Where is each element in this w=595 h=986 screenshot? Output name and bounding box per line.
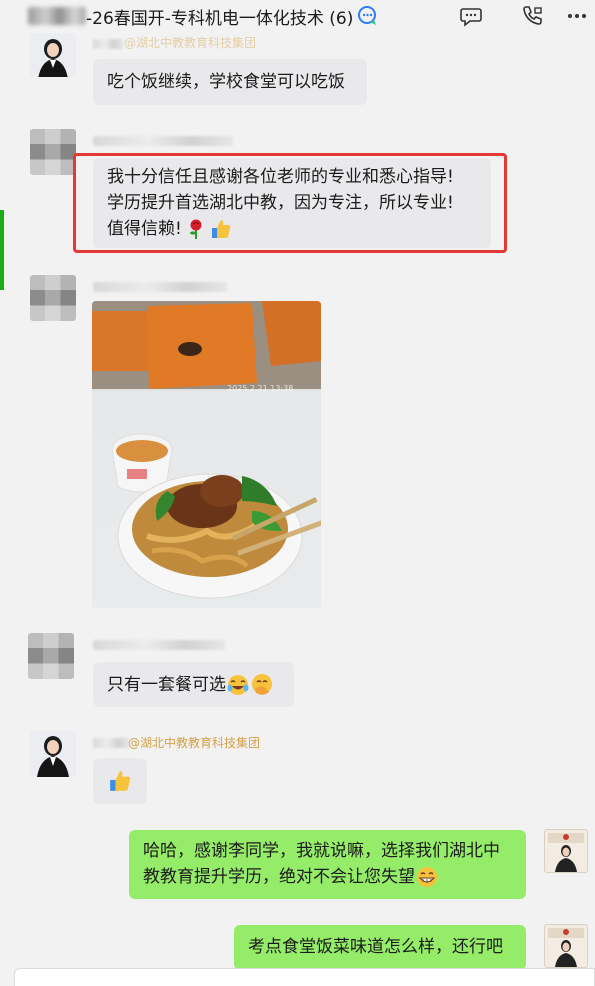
sender-org: @湖北中教教育科技集团: [128, 736, 261, 750]
avatar-student[interactable]: [28, 633, 74, 679]
highlight-box: [73, 153, 507, 253]
sent-message-bubble[interactable]: 哈哈，感谢李同学，我就说嘛，选择我们湖北中 教教育提升学历，绝对不会让您失望: [129, 830, 526, 899]
message-bubble[interactable]: 只有一套餐可选: [93, 662, 294, 707]
sent-message-bubble[interactable]: 考点食堂饭菜味道怎么样，还行吧: [234, 925, 526, 970]
sender-name-redacted: [93, 640, 225, 650]
sender-name-redacted: [93, 39, 123, 49]
message-line: 教教育提升学历，绝对不会让您失望: [143, 867, 415, 887]
message-bubble[interactable]: 吃个饭继续，学校食堂可以吃饭: [93, 59, 367, 105]
message-text: 只有一套餐可选: [107, 674, 226, 695]
message-text: 考点食堂饭菜味道怎么样，还行吧: [248, 937, 503, 957]
scroll-accent: [0, 210, 4, 290]
grin-emoji: [417, 867, 437, 887]
chat-header: -26春国开-专科机电一体化技术 (6): [0, 0, 595, 34]
canteen-meal-photo[interactable]: 2025.2.21 13:38: [92, 301, 321, 608]
sender-org: @湖北中教教育科技集团: [124, 36, 257, 50]
sender-name-redacted: [93, 136, 233, 146]
avatar-teacher[interactable]: [30, 731, 76, 777]
chat-title[interactable]: -26春国开-专科机电一体化技术 (6): [86, 4, 353, 29]
avatar-self[interactable]: [544, 924, 588, 968]
message-input-area[interactable]: [14, 968, 595, 986]
message-line: 哈哈，感谢李同学，我就说嘛，选择我们湖北中: [143, 841, 500, 861]
group-badge-icon[interactable]: [356, 4, 380, 28]
call-icon[interactable]: [520, 4, 544, 28]
thumbs-up-emoji: [110, 771, 131, 791]
laugh-cry-emoji: [227, 674, 249, 695]
noodle-bowl: [117, 473, 303, 599]
sender-name-redacted: [93, 738, 129, 748]
avatar-self[interactable]: [544, 829, 588, 873]
photo-watermark: 2025.2.21 13:38: [227, 384, 293, 393]
title-redacted: [28, 7, 86, 25]
avatar-teacher[interactable]: [30, 33, 76, 77]
hand-over-mouth-emoji: [252, 673, 272, 695]
chat-bubble-icon[interactable]: [459, 4, 483, 28]
avatar-student[interactable]: [30, 129, 76, 175]
message-text: 吃个饭继续，学校食堂可以吃饭: [107, 72, 345, 92]
more-icon[interactable]: [565, 4, 589, 28]
avatar-student[interactable]: [30, 275, 76, 321]
sender-name-redacted: [93, 282, 227, 292]
message-bubble[interactable]: [93, 758, 147, 804]
